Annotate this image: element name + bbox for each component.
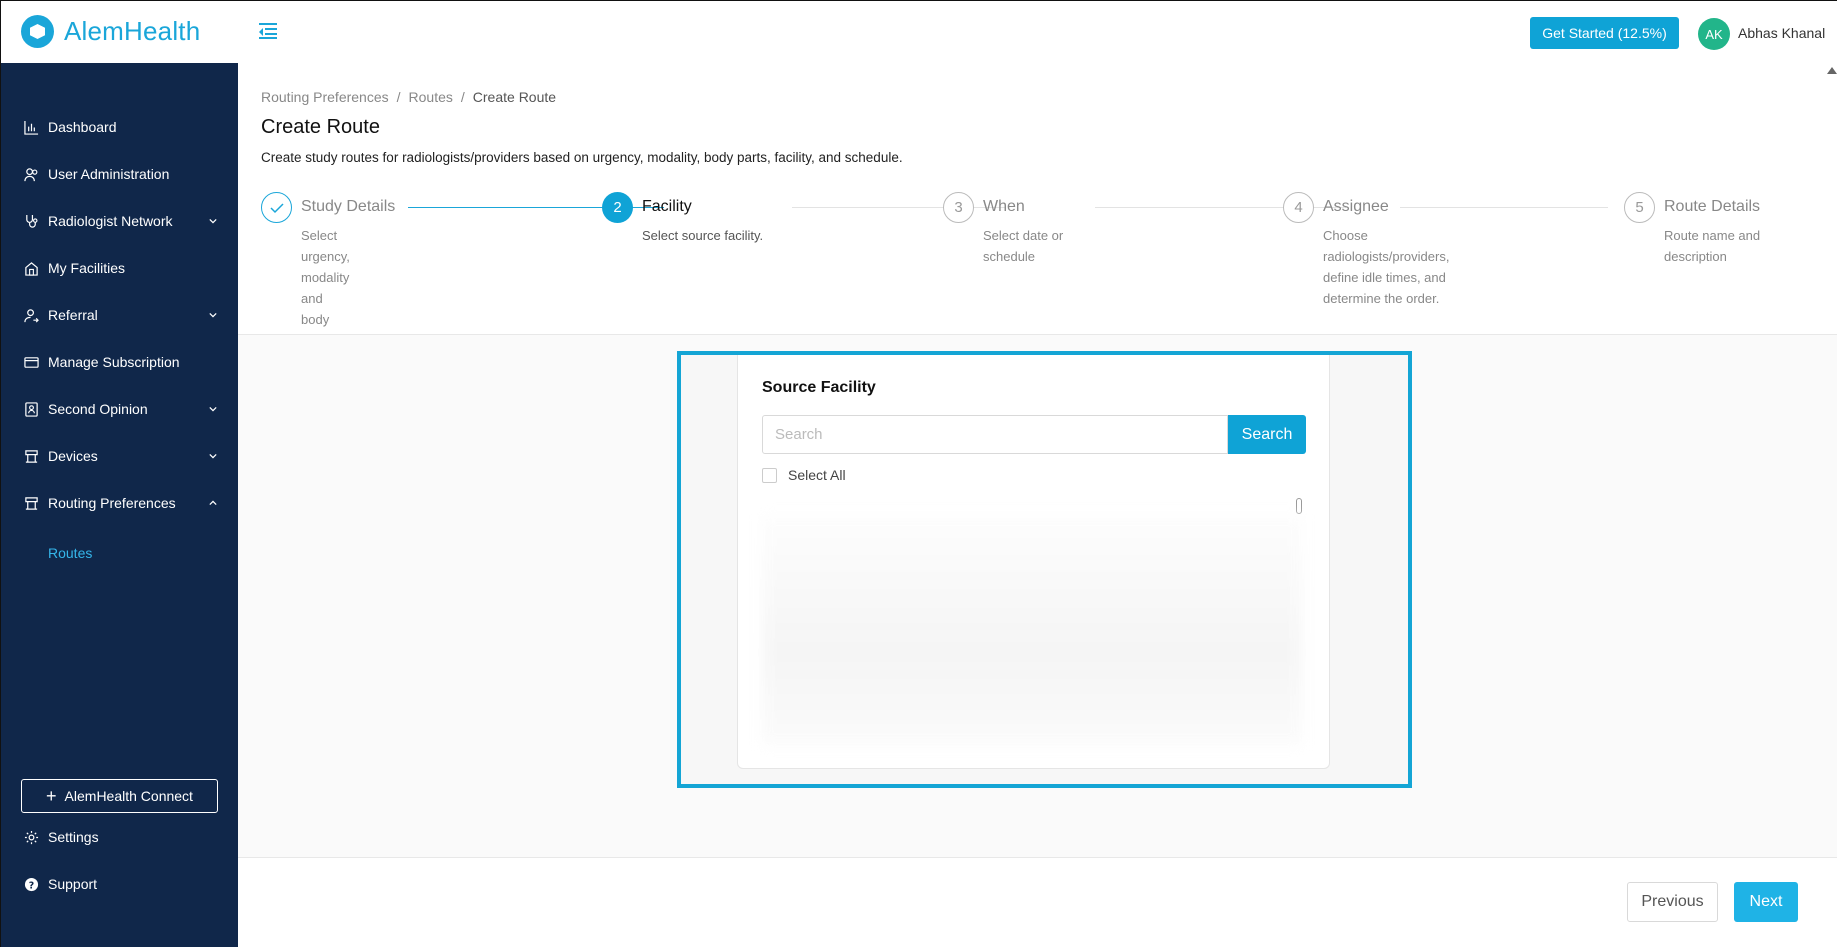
highlight-frame: Source Facility Search Select All: [677, 351, 1412, 788]
step-title: Study Details: [301, 198, 396, 215]
step-title: Route Details: [1664, 198, 1761, 215]
svg-text:?: ?: [29, 880, 34, 891]
users-icon: [24, 167, 38, 181]
sidebar-item-dashboard[interactable]: Dashboard: [1, 110, 238, 144]
sidebar-item-my-facilities[interactable]: My Facilities: [1, 251, 238, 285]
step-number: 4: [1283, 192, 1314, 223]
chevron-down-icon: [209, 406, 217, 412]
sidebar-item-referral[interactable]: Referral: [1, 298, 238, 332]
sidebar-item-radiologist-network[interactable]: Radiologist Network: [1, 204, 238, 238]
check-icon: [261, 192, 292, 223]
step-title: Facility: [642, 198, 692, 215]
step-connector: [1400, 207, 1608, 208]
step-description: Select date or schedule: [983, 228, 1064, 264]
sidebar-item-support[interactable]: ? Support: [1, 867, 238, 901]
sidebar-item-label: Radiologist Network: [48, 213, 173, 229]
question-icon: ?: [24, 877, 39, 891]
sidebar-item-label: Second Opinion: [48, 401, 148, 417]
step-title: When: [983, 198, 1025, 215]
page-title: Create Route: [261, 116, 380, 138]
step-title: Assignee: [1323, 198, 1389, 215]
step-content-area: Source Facility Search Select All: [238, 334, 1837, 858]
checkbox[interactable]: [762, 467, 777, 483]
user-name[interactable]: Abhas Khanal: [1738, 25, 1825, 41]
step-description: Route name and description: [1664, 228, 1761, 264]
page-description: Create study routes for radiologists/pro…: [261, 150, 903, 165]
user-arrow-icon: [24, 308, 39, 322]
scroll-up-arrow-icon[interactable]: [1827, 67, 1837, 74]
sidebar-item-label: Routing Preferences: [48, 495, 176, 511]
facility-search-input[interactable]: [762, 415, 1228, 454]
top-header: AlemHealth Get Started (12.5%) AK Abhas …: [1, 1, 1837, 63]
home-icon: [25, 261, 38, 276]
next-button[interactable]: Next: [1734, 882, 1798, 922]
chevron-down-icon: [209, 218, 217, 224]
sidebar-item-label: Dashboard: [48, 119, 117, 135]
sidebar: Dashboard User Administration Radiologis…: [1, 63, 238, 947]
sidebar-item-user-administration[interactable]: User Administration: [1, 157, 238, 191]
chevron-down-icon: [209, 453, 217, 459]
step-description: Select source facility.: [642, 228, 764, 243]
brand-logo[interactable]: AlemHealth: [21, 15, 200, 48]
plus-icon: +: [46, 786, 57, 806]
step-number: 2: [602, 192, 633, 223]
source-facility-title: Source Facility: [762, 379, 876, 396]
step-description: Select urgency, modality and body parts: [301, 228, 350, 348]
device-icon: [25, 449, 38, 463]
breadcrumb-routes[interactable]: Routes: [409, 89, 453, 105]
sidebar-item-label: Manage Subscription: [48, 354, 180, 370]
sidebar-item-label: User Administration: [48, 166, 170, 182]
sidebar-item-label: Support: [48, 876, 98, 892]
chevron-up-icon: [209, 500, 217, 506]
gear-icon: [24, 830, 39, 844]
select-all-checkbox[interactable]: Select All: [762, 467, 846, 483]
alemhealth-connect-button[interactable]: + AlemHealth Connect: [21, 779, 218, 813]
facility-list-scrollbar[interactable]: [1296, 498, 1302, 514]
sidebar-subitem-routes[interactable]: Routes: [48, 545, 92, 561]
routing-icon: [25, 496, 38, 510]
sidebar-item-manage-subscription[interactable]: Manage Subscription: [1, 345, 238, 379]
facility-list-redacted: [762, 515, 1302, 745]
step-number: 5: [1624, 192, 1655, 223]
select-all-label: Select All: [788, 467, 846, 483]
facility-search-button[interactable]: Search: [1228, 415, 1306, 454]
breadcrumb: Routing Preferences / Routes / Create Ro…: [261, 89, 557, 105]
step-number: 3: [943, 192, 974, 223]
sidebar-item-devices[interactable]: Devices: [1, 439, 238, 473]
sidebar-item-settings[interactable]: Settings: [1, 820, 238, 854]
previous-button[interactable]: Previous: [1627, 882, 1718, 922]
sidebar-item-second-opinion[interactable]: Second Opinion: [1, 392, 238, 426]
main-content: Routing Preferences / Routes / Create Ro…: [238, 63, 1837, 947]
sidebar-item-routing-preferences[interactable]: Routing Preferences: [1, 486, 238, 520]
card-icon: [24, 356, 39, 368]
stethoscope-icon: [26, 214, 38, 228]
id-badge-icon: [25, 401, 38, 417]
breadcrumb-routing-preferences[interactable]: Routing Preferences: [261, 89, 389, 105]
breadcrumb-current: Create Route: [472, 89, 557, 105]
get-started-button[interactable]: Get Started (12.5%): [1530, 17, 1679, 49]
sidebar-item-label: My Facilities: [48, 260, 126, 276]
sidebar-item-label: Referral: [48, 307, 98, 323]
connect-label: AlemHealth Connect: [64, 788, 193, 804]
sidebar-item-label: Devices: [48, 448, 98, 464]
source-facility-card: Source Facility Search Select All: [737, 355, 1330, 769]
logo-text: AlemHealth: [64, 16, 201, 46]
logo-icon: [21, 15, 54, 48]
avatar[interactable]: AK: [1698, 18, 1730, 50]
chevron-down-icon: [209, 312, 217, 318]
wizard-footer: Previous Next: [238, 858, 1837, 947]
step-description: Choose radiologists/providers, define id…: [1323, 228, 1450, 306]
sidebar-item-label: Settings: [48, 829, 99, 845]
bar-chart-icon: [24, 120, 39, 135]
menu-collapse-icon[interactable]: [259, 23, 277, 39]
